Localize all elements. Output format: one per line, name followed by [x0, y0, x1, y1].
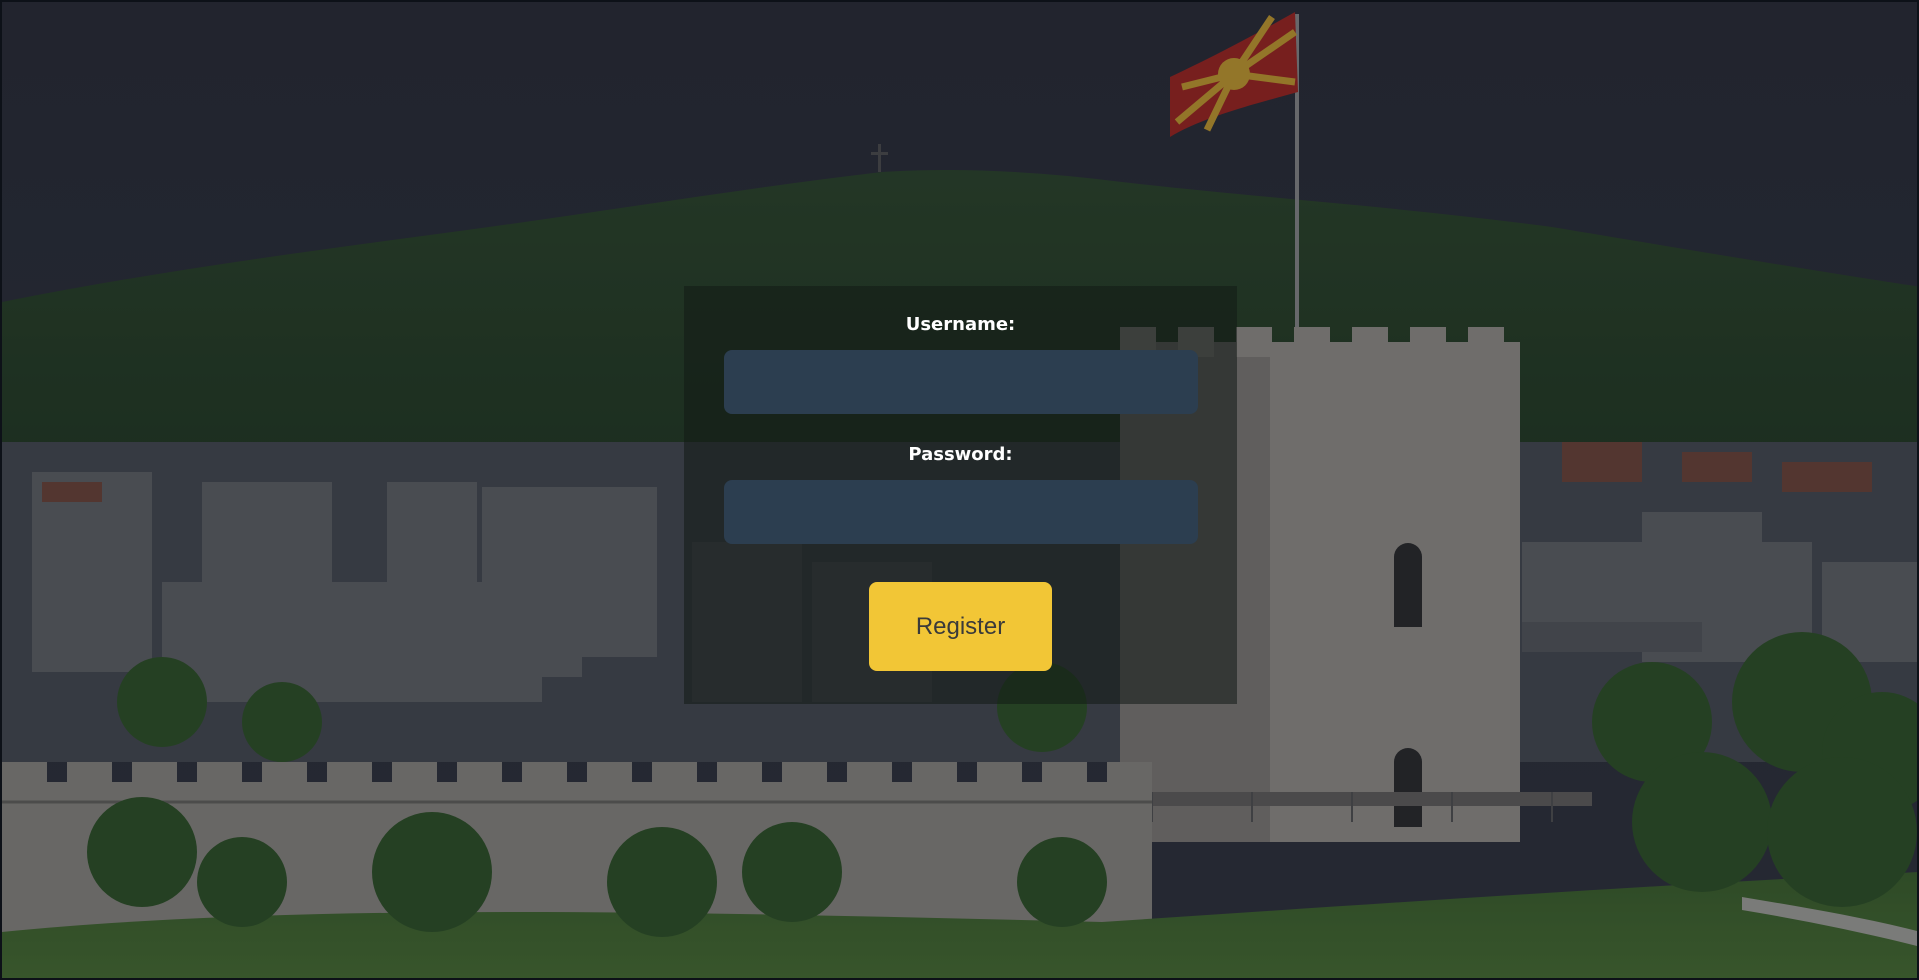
- register-form: Username: Password: Register: [684, 286, 1237, 704]
- register-page: Username: Password: Register: [0, 0, 1919, 980]
- register-button[interactable]: Register: [869, 582, 1052, 671]
- password-input[interactable]: [723, 480, 1198, 544]
- password-label: Password:: [908, 444, 1013, 465]
- username-label: Username:: [905, 314, 1016, 335]
- username-input[interactable]: [723, 350, 1198, 414]
